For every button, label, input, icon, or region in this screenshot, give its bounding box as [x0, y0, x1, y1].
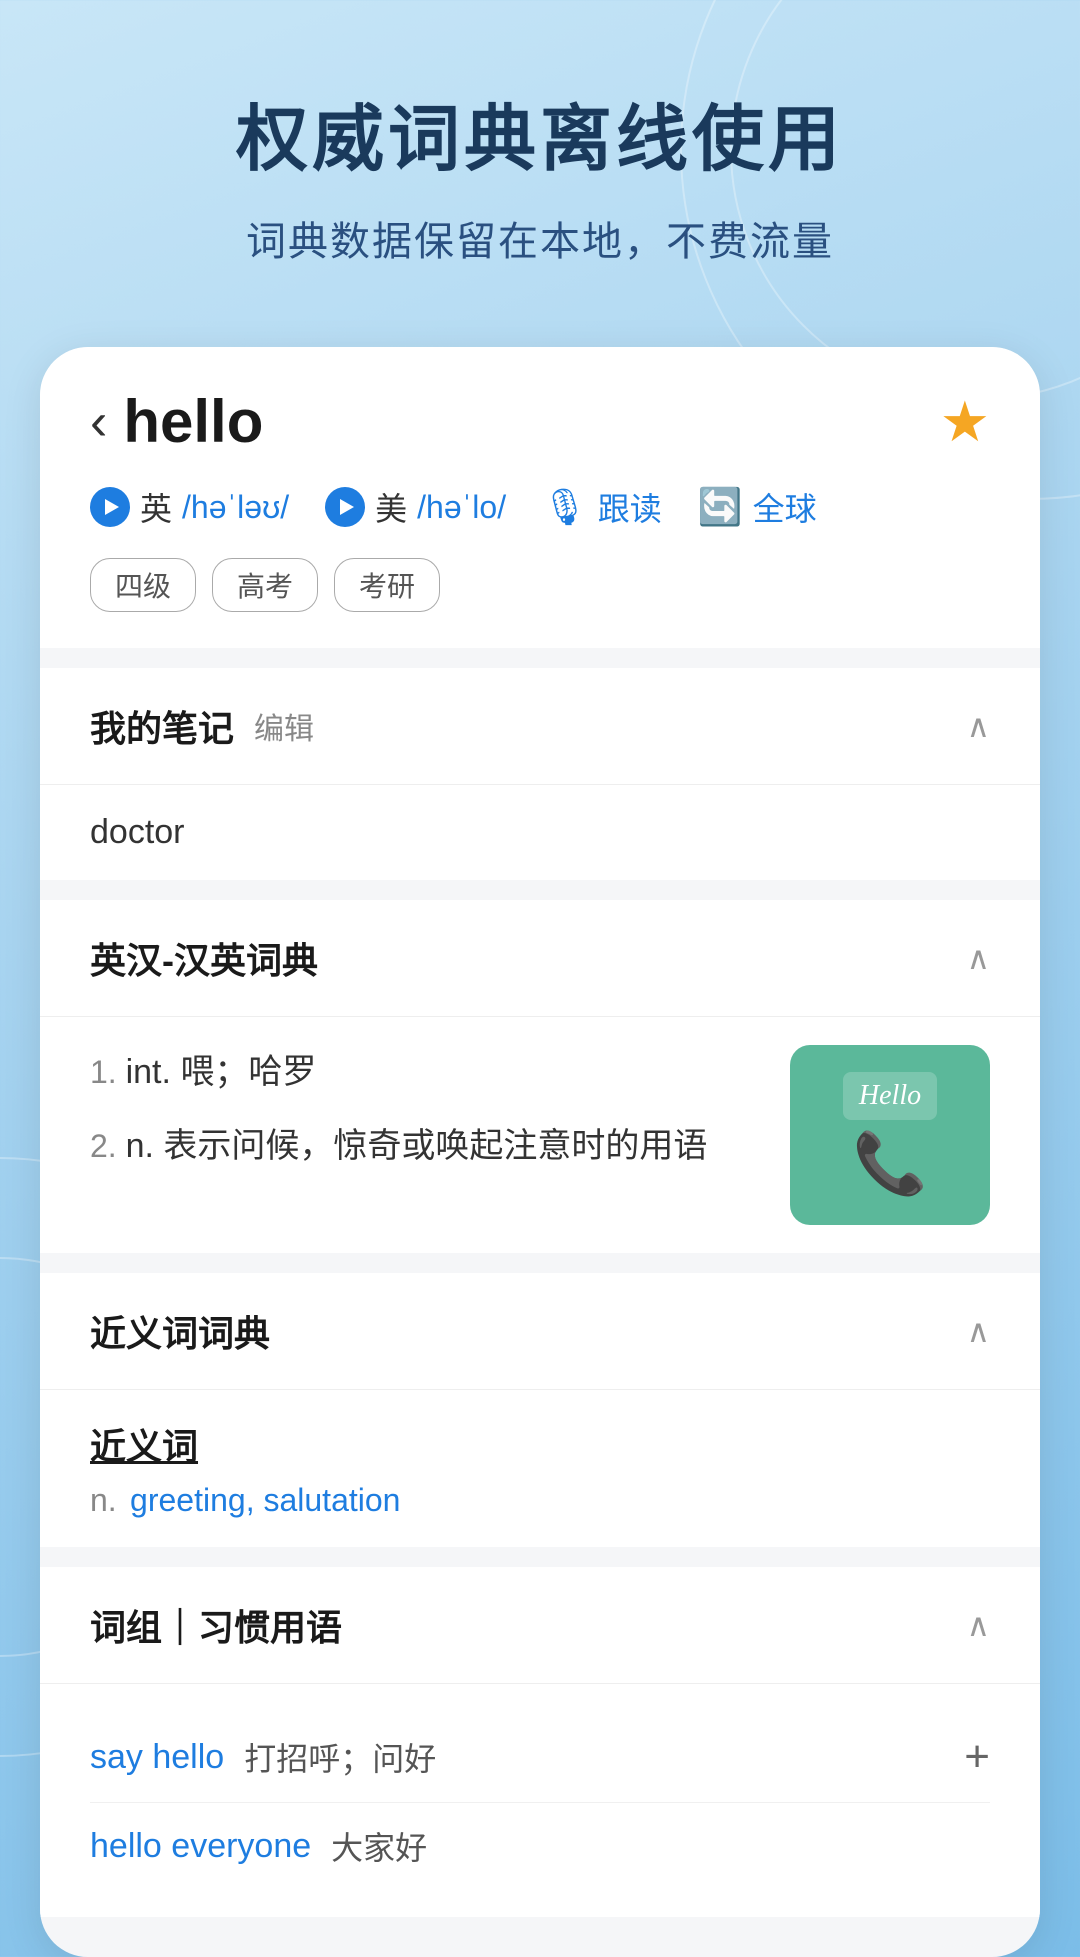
pron-us-speaker-icon[interactable]: [325, 487, 365, 527]
word-display: hello: [123, 387, 263, 456]
synonym-dict-chevron[interactable]: ∧: [967, 1312, 990, 1350]
phrase-left-2: hello everyone 大家好: [90, 1823, 990, 1869]
pron-us-label: 美: [375, 484, 407, 530]
play-triangle: [105, 499, 119, 515]
def-1-pos: int.: [126, 1053, 181, 1091]
word-title-row: ‹ hello ★: [90, 387, 990, 456]
my-notes-chevron[interactable]: ∧: [967, 707, 990, 745]
dict-def-1: 1. int. 喂；哈罗: [90, 1045, 760, 1099]
phrase-add-button-1[interactable]: +: [964, 1732, 990, 1782]
word-left: ‹ hello: [90, 387, 263, 456]
def-number-1: 1.: [90, 1054, 126, 1090]
notes-text: doctor: [90, 813, 185, 851]
play-triangle-us: [340, 499, 354, 515]
def-1-meaning: 喂；哈罗: [180, 1053, 316, 1091]
dict-def-2: 2. n. 表示问候，惊奇或唤起注意时的用语: [90, 1119, 760, 1173]
phrase-item-1: say hello 打招呼；问好 +: [90, 1712, 990, 1803]
dict-image-hello-text: Hello: [843, 1072, 937, 1120]
global-item[interactable]: 🔄 全球: [698, 484, 817, 530]
en-cn-dict-title: 英汉-汉英词典: [90, 932, 318, 984]
phrase-item-2: hello everyone 大家好: [90, 1803, 990, 1889]
phrases-section: 词组｜习惯用语 ∧ say hello 打招呼；问好 + hello every…: [40, 1567, 1040, 1917]
phrases-header: 词组｜习惯用语 ∧: [40, 1567, 1040, 1684]
dict-image-inner: Hello 📞: [843, 1072, 937, 1199]
microphone-icon: 🎙: [542, 486, 588, 528]
dict-content: 1. int. 喂；哈罗 2. n. 表示问候，惊奇或唤起注意时的用语 Hell…: [40, 1017, 1040, 1253]
phrases-chevron[interactable]: ∧: [967, 1606, 990, 1644]
tag-gaokao: 高考: [212, 558, 318, 612]
tag-cet4: 四级: [90, 558, 196, 612]
my-notes-title: 我的笔记: [90, 700, 234, 752]
pron-en-speaker-icon[interactable]: [90, 487, 130, 527]
top-section: 权威词典离线使用 词典数据保留在本地，不费流量: [0, 0, 1080, 327]
synonym-dict-section: 近义词词典 ∧ 近义词 n. greeting, salutation: [40, 1273, 1040, 1547]
back-button[interactable]: ‹: [90, 396, 107, 448]
telephone-icon: 📞: [843, 1128, 937, 1199]
dictionary-card: ‹ hello ★ 英 /həˈləʊ/ 美 /həˈlo/: [40, 347, 1040, 1957]
page-subtitle: 词典数据保留在本地，不费流量: [40, 209, 1040, 267]
synonym-words[interactable]: greeting, salutation: [130, 1482, 400, 1518]
phrase-left-1: say hello 打招呼；问好: [90, 1734, 964, 1780]
synonym-section-title: 近义词: [90, 1418, 990, 1470]
en-cn-dict-header: 英汉-汉英词典 ∧: [40, 900, 1040, 1017]
global-label: 全球: [753, 484, 817, 530]
synonym-pos: n.: [90, 1482, 117, 1518]
follow-read-label: 跟读: [598, 484, 662, 530]
def-number-2: 2.: [90, 1128, 126, 1164]
exam-tags-row: 四级 高考 考研: [90, 558, 990, 612]
pronunciation-row: 英 /həˈləʊ/ 美 /həˈlo/ 🎙 跟读 🔄 全球: [90, 484, 990, 530]
phrase-meaning-1: 打招呼；问好: [244, 1734, 436, 1780]
refresh-icon: 🔄: [698, 486, 743, 528]
tag-kaoyan: 考研: [334, 558, 440, 612]
synonym-dict-title: 近义词词典: [90, 1305, 270, 1357]
pron-en-value: /həˈləʊ/: [182, 489, 289, 526]
word-header: ‹ hello ★ 英 /həˈləʊ/ 美 /həˈlo/: [40, 347, 1040, 648]
en-cn-dict-section: 英汉-汉英词典 ∧ 1. int. 喂；哈罗 2. n. 表示问候，惊奇或唤起注…: [40, 900, 1040, 1253]
phrase-meaning-2: 大家好: [331, 1823, 427, 1869]
pron-us-item[interactable]: 美 /həˈlo/: [325, 484, 506, 530]
def-2-pos: n.: [126, 1127, 164, 1165]
my-notes-section: 我的笔记 编辑 ∧ doctor: [40, 668, 1040, 880]
phrase-word-2[interactable]: hello everyone: [90, 1827, 311, 1866]
dict-definitions: 1. int. 喂；哈罗 2. n. 表示问候，惊奇或唤起注意时的用语: [90, 1045, 760, 1194]
my-notes-title-row: 我的笔记 编辑: [90, 700, 314, 752]
def-2-meaning: 表示问候，惊奇或唤起注意时的用语: [163, 1127, 707, 1165]
dict-illustration: Hello 📞: [790, 1045, 990, 1225]
phrase-content: say hello 打招呼；问好 + hello everyone 大家好: [40, 1684, 1040, 1917]
notes-edit-button[interactable]: 编辑: [254, 704, 314, 748]
pron-en-label: 英: [140, 484, 172, 530]
en-cn-dict-chevron[interactable]: ∧: [967, 939, 990, 977]
notes-content: doctor: [40, 785, 1040, 880]
phrases-title: 词组｜习惯用语: [90, 1599, 342, 1651]
synonym-content: 近义词 n. greeting, salutation: [40, 1390, 1040, 1547]
follow-read-item[interactable]: 🎙 跟读: [542, 484, 662, 530]
pron-en-item[interactable]: 英 /həˈləʊ/: [90, 484, 289, 530]
my-notes-header: 我的笔记 编辑 ∧: [40, 668, 1040, 785]
synonym-dict-header: 近义词词典 ∧: [40, 1273, 1040, 1390]
bookmark-star-icon[interactable]: ★: [940, 389, 990, 455]
phrase-word-1[interactable]: say hello: [90, 1738, 224, 1777]
pron-us-value: /həˈlo/: [417, 489, 506, 526]
page-title: 权威词典离线使用: [40, 80, 1040, 185]
